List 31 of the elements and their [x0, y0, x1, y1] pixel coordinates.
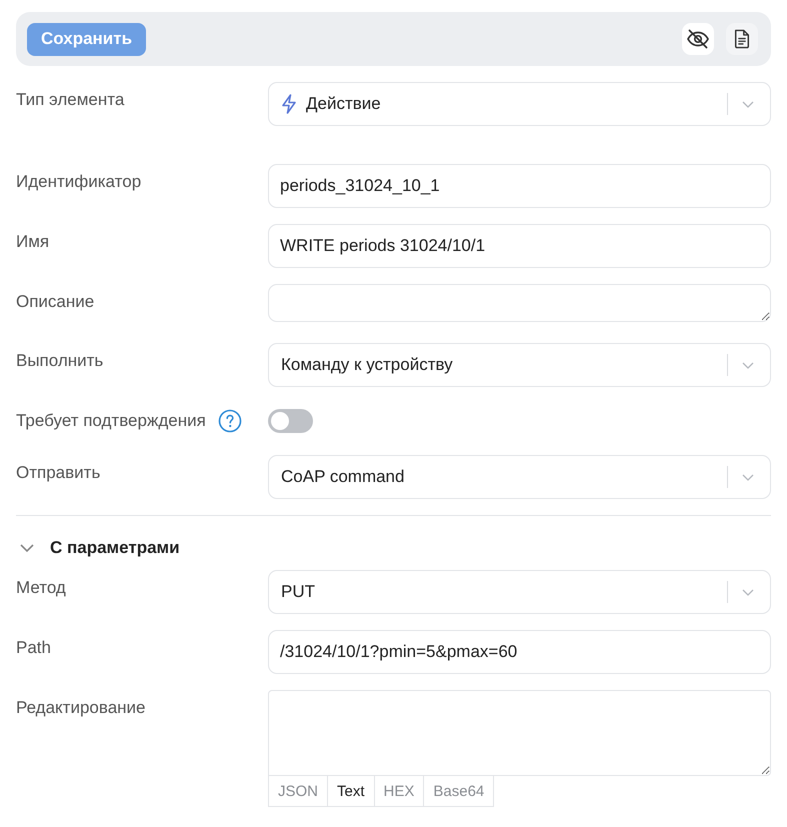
field-label: Требует подтверждения	[16, 411, 206, 431]
select-field[interactable]: PUT	[268, 570, 771, 614]
section-header[interactable]: С параметрами	[20, 536, 180, 560]
chevron-down-icon	[742, 474, 754, 480]
select-field[interactable]: Действие	[268, 82, 771, 126]
text-field[interactable]: WRITE periods 31024/10/1	[268, 224, 771, 268]
field-label: Описание	[16, 291, 94, 312]
chevron-down-icon	[742, 100, 754, 108]
field-label: Метод	[16, 577, 66, 598]
field-label: Выполнить	[16, 350, 104, 371]
help-icon[interactable]	[218, 409, 242, 433]
field-label: Редактирование	[16, 697, 146, 718]
chevron-down-icon	[742, 362, 754, 368]
select-field[interactable]: CoAP command	[268, 455, 771, 499]
editor-field[interactable]	[268, 690, 771, 776]
field-label: Имя	[16, 231, 50, 252]
field-label: Отправить	[16, 462, 100, 483]
eye-off-icon	[686, 27, 710, 51]
chevron-down-icon	[742, 588, 754, 596]
chevron-down-icon	[20, 544, 34, 552]
field-label: Идентификатор	[16, 171, 142, 192]
field-label: Тип элемента	[16, 89, 124, 110]
toggle-switch[interactable]	[268, 409, 313, 433]
select-field[interactable]: Команду к устройству	[268, 343, 771, 387]
textarea-field[interactable]	[268, 284, 771, 322]
text-field[interactable]: /31024/10/1?pmin=5&pmax=60	[268, 630, 771, 674]
field-label: Path	[16, 637, 51, 658]
eye-off-button[interactable]	[682, 23, 714, 55]
text-field[interactable]: periods_31024_10_1	[268, 164, 771, 208]
document-icon	[733, 28, 751, 50]
document-button[interactable]	[726, 23, 758, 55]
